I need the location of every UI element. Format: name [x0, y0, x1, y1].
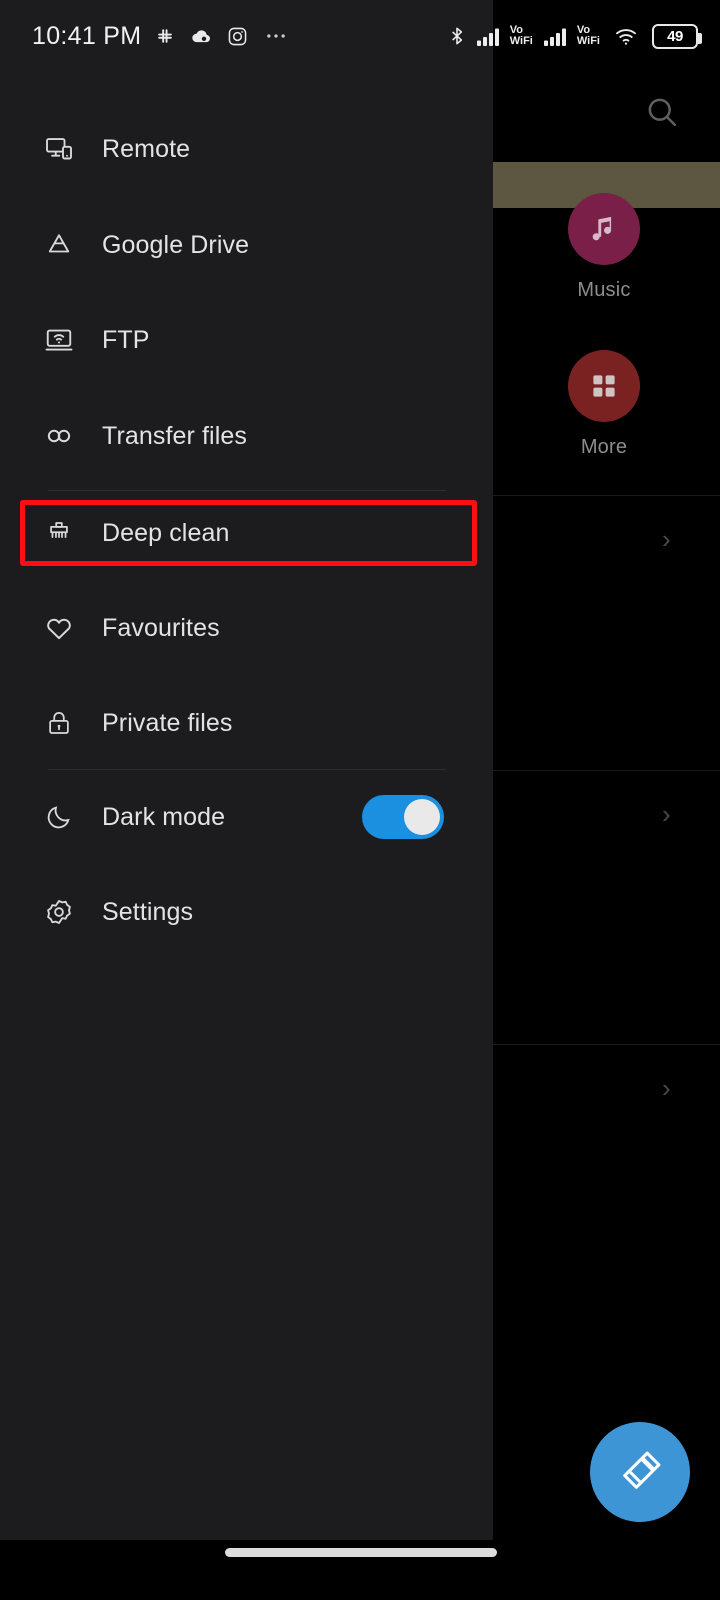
- drawer-item-label: Google Drive: [102, 230, 250, 259]
- navigation-drawer: Remote Google Drive FTP Transfer files D…: [0, 0, 493, 1540]
- status-time: 10:41 PM: [32, 21, 142, 50]
- music-note-icon: [568, 193, 640, 265]
- deep-clean-fab[interactable]: [590, 1422, 690, 1522]
- more-dots-icon: [263, 23, 289, 49]
- drawer-item-label: FTP: [102, 325, 150, 354]
- bg-tile-more[interactable]: More: [549, 350, 659, 459]
- home-gesture-bar[interactable]: [225, 1548, 497, 1557]
- chevron-right-icon[interactable]: ›: [662, 1075, 671, 1101]
- drawer-item-private-files[interactable]: Private files: [0, 691, 493, 755]
- drawer-item-settings[interactable]: Settings: [0, 880, 493, 944]
- bg-tile-music[interactable]: Music: [549, 193, 659, 302]
- status-bar-left: 10:41 PM: [0, 22, 289, 51]
- status-bar-right: Vo WiFi Vo WiFi 49: [446, 0, 702, 72]
- brush-icon: [37, 519, 81, 547]
- bluetooth-icon: [446, 25, 468, 47]
- ftp-wifi-icon: [37, 325, 81, 355]
- drawer-item-remote[interactable]: Remote: [0, 117, 493, 181]
- transfer-infinity-icon: [37, 420, 81, 452]
- search-icon[interactable]: [640, 90, 684, 134]
- status-bar: 10:41 PM Vo WiFi Vo WiFi 49: [0, 0, 720, 72]
- chevron-right-icon[interactable]: ›: [662, 801, 671, 827]
- volte-vowifi-1-icon: Vo WiFi: [510, 25, 533, 47]
- chevron-right-icon[interactable]: ›: [662, 526, 671, 552]
- gear-icon: [37, 897, 81, 927]
- phone-screen: Music More › › › Remote Google Drive FTP…: [0, 0, 720, 1600]
- cloud-icon: [189, 24, 214, 49]
- drawer-divider: [48, 490, 446, 491]
- drawer-item-label: Deep clean: [102, 518, 230, 547]
- drawer-item-ftp[interactable]: FTP: [0, 308, 493, 372]
- signal-bars-sim1-icon: [476, 25, 504, 47]
- battery-icon: 49: [652, 23, 702, 49]
- grid-apps-icon: [568, 350, 640, 422]
- drawer-item-label: Settings: [102, 897, 194, 926]
- dark-mode-toggle[interactable]: [362, 795, 444, 839]
- google-drive-icon: [37, 230, 81, 260]
- drawer-item-label: Transfer files: [102, 421, 247, 450]
- drawer-item-google-drive[interactable]: Google Drive: [0, 213, 493, 277]
- heart-icon: [37, 613, 81, 643]
- instagram-icon: [226, 25, 249, 48]
- toggle-knob: [404, 799, 440, 835]
- remote-devices-icon: [37, 134, 81, 164]
- volte-bottom-label: WiFi: [509, 35, 533, 47]
- signal-bars-sim2-icon: [543, 25, 571, 47]
- slack-icon: [153, 24, 177, 48]
- lock-icon: [37, 709, 81, 737]
- bg-tile-label: More: [580, 436, 628, 458]
- battery-level: 49: [667, 27, 683, 45]
- drawer-item-favourites[interactable]: Favourites: [0, 596, 493, 660]
- drawer-divider: [48, 769, 446, 770]
- drawer-item-label: Remote: [102, 134, 191, 163]
- drawer-item-label: Favourites: [102, 613, 220, 642]
- moon-icon: [37, 803, 81, 831]
- wifi-icon: [612, 24, 640, 48]
- list-divider: [493, 770, 720, 771]
- drawer-item-transfer-files[interactable]: Transfer files: [0, 404, 493, 468]
- drawer-item-label: Dark mode: [102, 802, 226, 831]
- list-divider: [493, 1044, 720, 1045]
- drawer-item-label: Private files: [102, 708, 233, 737]
- list-divider: [493, 495, 720, 496]
- drawer-item-deep-clean[interactable]: Deep clean: [0, 501, 493, 565]
- volte-bottom-label: WiFi: [576, 35, 600, 47]
- bg-tile-label: Music: [577, 279, 631, 301]
- volte-vowifi-2-icon: Vo WiFi: [577, 25, 600, 47]
